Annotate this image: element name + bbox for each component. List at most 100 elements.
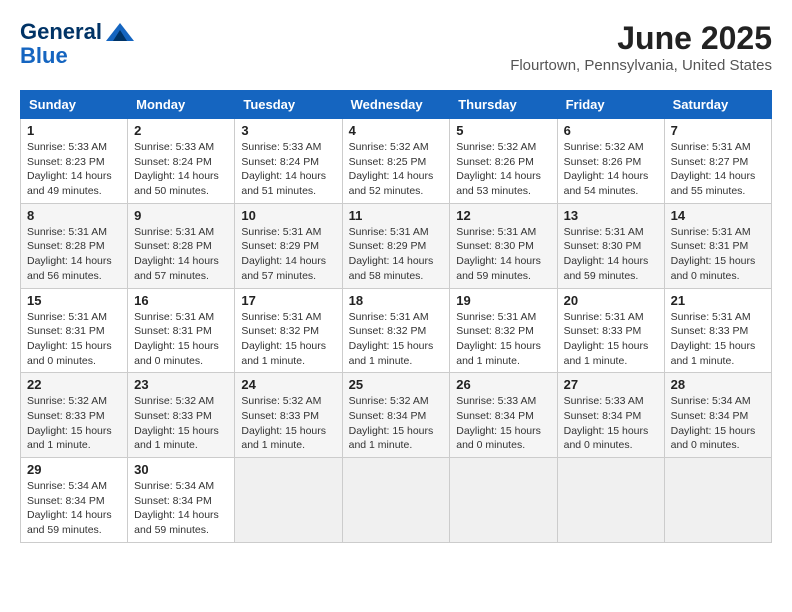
calendar-cell: 25 Sunrise: 5:32 AM Sunset: 8:34 PM Dayl… [342,373,450,458]
calendar-cell: 7 Sunrise: 5:31 AM Sunset: 8:27 PM Dayli… [664,119,771,204]
day-number: 1 [27,123,121,138]
day-info: Sunrise: 5:31 AM Sunset: 8:28 PM Dayligh… [27,225,121,284]
day-number: 4 [349,123,444,138]
day-info: Sunrise: 5:31 AM Sunset: 8:30 PM Dayligh… [564,225,658,284]
day-number: 27 [564,377,658,392]
day-info: Sunrise: 5:31 AM Sunset: 8:27 PM Dayligh… [671,140,765,199]
day-info: Sunrise: 5:34 AM Sunset: 8:34 PM Dayligh… [27,479,121,538]
logo-icon [106,23,134,41]
logo-blue: Blue [20,44,68,68]
calendar-cell: 21 Sunrise: 5:31 AM Sunset: 8:33 PM Dayl… [664,288,771,373]
day-number: 24 [241,377,335,392]
calendar-cell: 16 Sunrise: 5:31 AM Sunset: 8:31 PM Dayl… [128,288,235,373]
logo: General Blue [20,20,134,68]
day-info: Sunrise: 5:31 AM Sunset: 8:32 PM Dayligh… [456,310,550,369]
calendar-cell: 22 Sunrise: 5:32 AM Sunset: 8:33 PM Dayl… [21,373,128,458]
location-title: Flourtown, Pennsylvania, United States [510,57,772,74]
calendar-cell: 8 Sunrise: 5:31 AM Sunset: 8:28 PM Dayli… [21,203,128,288]
day-info: Sunrise: 5:33 AM Sunset: 8:34 PM Dayligh… [564,394,658,453]
day-number: 21 [671,293,765,308]
calendar-cell: 14 Sunrise: 5:31 AM Sunset: 8:31 PM Dayl… [664,203,771,288]
day-info: Sunrise: 5:32 AM Sunset: 8:34 PM Dayligh… [349,394,444,453]
calendar-cell: 15 Sunrise: 5:31 AM Sunset: 8:31 PM Dayl… [21,288,128,373]
header-tuesday: Tuesday [235,91,342,119]
day-info: Sunrise: 5:32 AM Sunset: 8:26 PM Dayligh… [456,140,550,199]
day-info: Sunrise: 5:32 AM Sunset: 8:25 PM Dayligh… [349,140,444,199]
calendar-cell [235,458,342,543]
day-number: 3 [241,123,335,138]
header-monday: Monday [128,91,235,119]
header-row: SundayMondayTuesdayWednesdayThursdayFrid… [21,91,772,119]
calendar-cell: 27 Sunrise: 5:33 AM Sunset: 8:34 PM Dayl… [557,373,664,458]
day-number: 26 [456,377,550,392]
day-number: 14 [671,208,765,223]
day-number: 6 [564,123,658,138]
day-info: Sunrise: 5:33 AM Sunset: 8:24 PM Dayligh… [241,140,335,199]
header-saturday: Saturday [664,91,771,119]
day-number: 5 [456,123,550,138]
month-title: June 2025 [510,20,772,57]
day-info: Sunrise: 5:33 AM Sunset: 8:23 PM Dayligh… [27,140,121,199]
day-info: Sunrise: 5:31 AM Sunset: 8:28 PM Dayligh… [134,225,228,284]
header-wednesday: Wednesday [342,91,450,119]
day-number: 18 [349,293,444,308]
day-info: Sunrise: 5:31 AM Sunset: 8:30 PM Dayligh… [456,225,550,284]
calendar-row: 29 Sunrise: 5:34 AM Sunset: 8:34 PM Dayl… [21,458,772,543]
day-number: 19 [456,293,550,308]
calendar-row: 8 Sunrise: 5:31 AM Sunset: 8:28 PM Dayli… [21,203,772,288]
calendar-cell: 26 Sunrise: 5:33 AM Sunset: 8:34 PM Dayl… [450,373,557,458]
header-thursday: Thursday [450,91,557,119]
calendar-cell [342,458,450,543]
calendar-cell: 13 Sunrise: 5:31 AM Sunset: 8:30 PM Dayl… [557,203,664,288]
day-info: Sunrise: 5:32 AM Sunset: 8:33 PM Dayligh… [134,394,228,453]
day-info: Sunrise: 5:31 AM Sunset: 8:32 PM Dayligh… [349,310,444,369]
day-info: Sunrise: 5:32 AM Sunset: 8:33 PM Dayligh… [241,394,335,453]
day-info: Sunrise: 5:34 AM Sunset: 8:34 PM Dayligh… [134,479,228,538]
day-number: 22 [27,377,121,392]
calendar-cell: 11 Sunrise: 5:31 AM Sunset: 8:29 PM Dayl… [342,203,450,288]
day-number: 12 [456,208,550,223]
calendar-table: SundayMondayTuesdayWednesdayThursdayFrid… [20,90,772,543]
day-number: 11 [349,208,444,223]
calendar-cell [450,458,557,543]
day-info: Sunrise: 5:31 AM Sunset: 8:33 PM Dayligh… [671,310,765,369]
day-info: Sunrise: 5:34 AM Sunset: 8:34 PM Dayligh… [671,394,765,453]
header-friday: Friday [557,91,664,119]
calendar-cell: 9 Sunrise: 5:31 AM Sunset: 8:28 PM Dayli… [128,203,235,288]
day-number: 13 [564,208,658,223]
calendar-cell: 12 Sunrise: 5:31 AM Sunset: 8:30 PM Dayl… [450,203,557,288]
day-number: 10 [241,208,335,223]
day-number: 29 [27,462,121,477]
day-info: Sunrise: 5:32 AM Sunset: 8:33 PM Dayligh… [27,394,121,453]
day-number: 30 [134,462,228,477]
calendar-cell: 6 Sunrise: 5:32 AM Sunset: 8:26 PM Dayli… [557,119,664,204]
day-info: Sunrise: 5:31 AM Sunset: 8:29 PM Dayligh… [349,225,444,284]
day-info: Sunrise: 5:32 AM Sunset: 8:26 PM Dayligh… [564,140,658,199]
title-area: June 2025 Flourtown, Pennsylvania, Unite… [510,20,772,74]
calendar-cell: 10 Sunrise: 5:31 AM Sunset: 8:29 PM Dayl… [235,203,342,288]
calendar-cell: 24 Sunrise: 5:32 AM Sunset: 8:33 PM Dayl… [235,373,342,458]
day-info: Sunrise: 5:31 AM Sunset: 8:32 PM Dayligh… [241,310,335,369]
day-info: Sunrise: 5:31 AM Sunset: 8:31 PM Dayligh… [134,310,228,369]
day-number: 7 [671,123,765,138]
calendar-cell: 29 Sunrise: 5:34 AM Sunset: 8:34 PM Dayl… [21,458,128,543]
calendar-cell: 30 Sunrise: 5:34 AM Sunset: 8:34 PM Dayl… [128,458,235,543]
day-number: 28 [671,377,765,392]
calendar-cell: 4 Sunrise: 5:32 AM Sunset: 8:25 PM Dayli… [342,119,450,204]
day-info: Sunrise: 5:33 AM Sunset: 8:34 PM Dayligh… [456,394,550,453]
day-number: 17 [241,293,335,308]
calendar-cell: 23 Sunrise: 5:32 AM Sunset: 8:33 PM Dayl… [128,373,235,458]
calendar-row: 15 Sunrise: 5:31 AM Sunset: 8:31 PM Dayl… [21,288,772,373]
day-number: 20 [564,293,658,308]
day-info: Sunrise: 5:31 AM Sunset: 8:31 PM Dayligh… [27,310,121,369]
calendar-cell: 3 Sunrise: 5:33 AM Sunset: 8:24 PM Dayli… [235,119,342,204]
day-info: Sunrise: 5:31 AM Sunset: 8:29 PM Dayligh… [241,225,335,284]
day-number: 9 [134,208,228,223]
calendar-cell [664,458,771,543]
day-number: 8 [27,208,121,223]
day-number: 2 [134,123,228,138]
day-info: Sunrise: 5:31 AM Sunset: 8:31 PM Dayligh… [671,225,765,284]
calendar-cell: 19 Sunrise: 5:31 AM Sunset: 8:32 PM Dayl… [450,288,557,373]
day-number: 25 [349,377,444,392]
day-info: Sunrise: 5:33 AM Sunset: 8:24 PM Dayligh… [134,140,228,199]
